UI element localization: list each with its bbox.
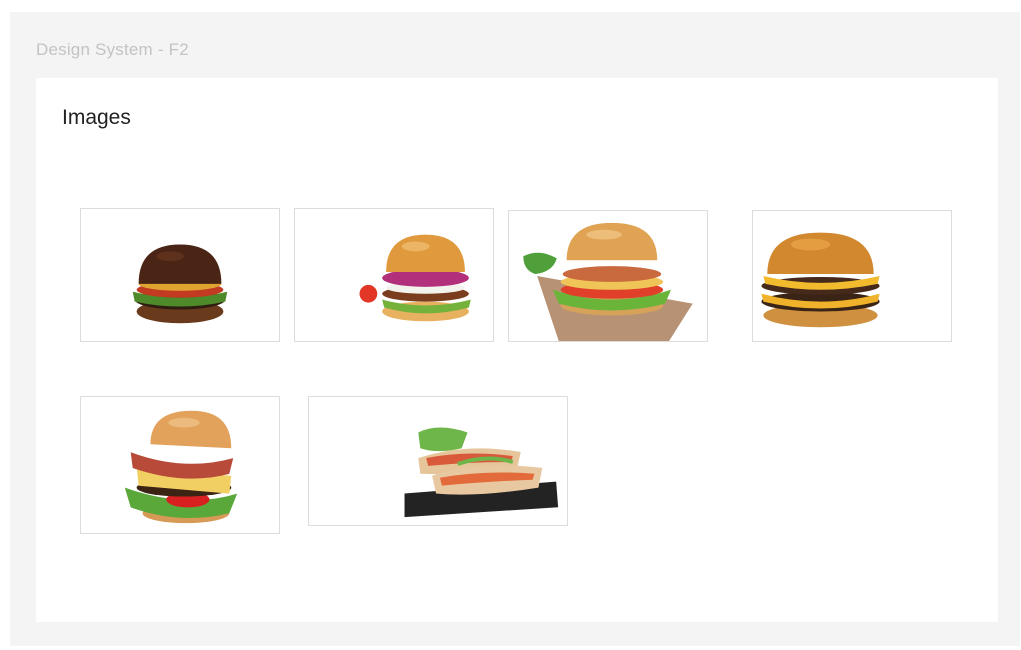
cheeseburger-icon xyxy=(761,232,880,328)
frame-title[interactable]: Design System - F2 xyxy=(36,40,189,60)
wraps-image[interactable] xyxy=(308,396,568,526)
burger-image-3[interactable] xyxy=(508,210,708,342)
images-panel: Images xyxy=(36,78,998,622)
burger-image-1[interactable] xyxy=(80,208,280,342)
pita-wraps-icon xyxy=(404,427,559,518)
burger-image-4[interactable] xyxy=(752,210,952,342)
burger-image-5[interactable] xyxy=(80,396,280,534)
burger-with-onions-icon xyxy=(359,234,471,322)
design-frame: Design System - F2 Images xyxy=(10,12,1020,646)
burger-on-paper-icon xyxy=(523,222,693,341)
section-title: Images xyxy=(62,106,131,129)
burger-image-2[interactable] xyxy=(294,208,494,342)
bacon-burger-icon xyxy=(124,410,238,524)
classic-burger-icon xyxy=(132,244,228,324)
